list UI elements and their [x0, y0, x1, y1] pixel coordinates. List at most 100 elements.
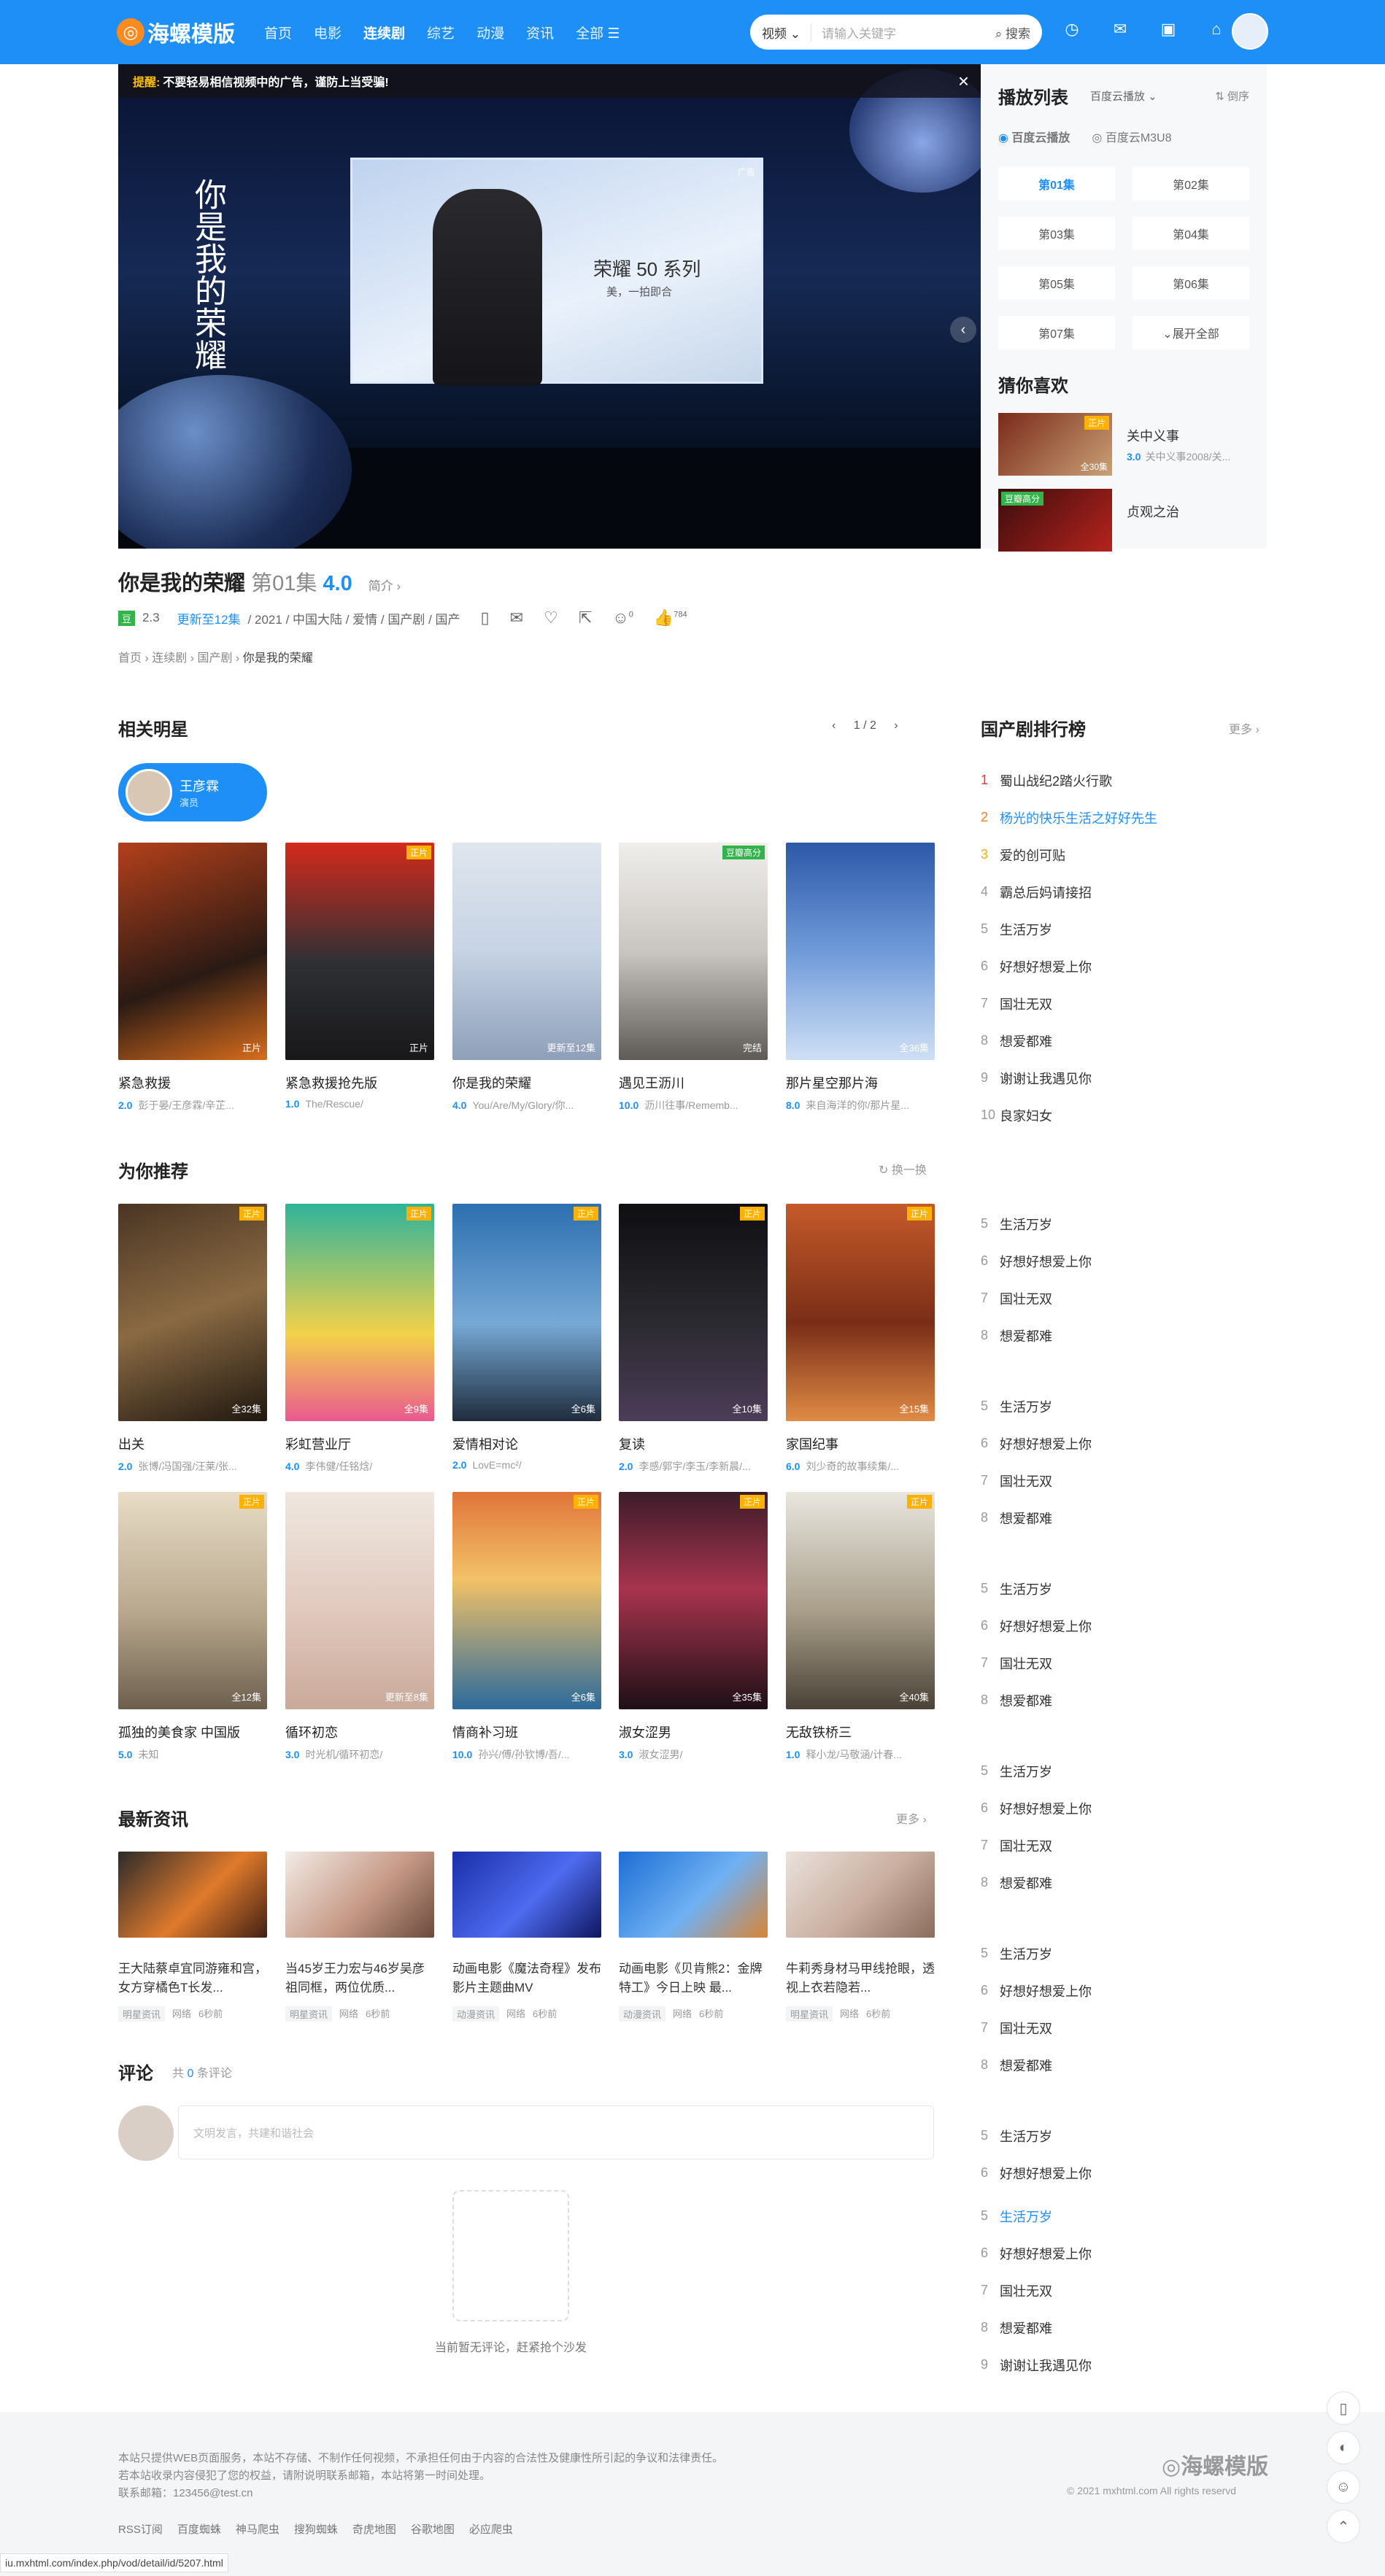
player-ad[interactable]: 你是我的荣耀 荣耀 50 系列 美，一拍即合 广告 ‹ [118, 69, 981, 549]
episode-button[interactable]: 第06集 [1133, 266, 1249, 300]
poster[interactable]: 正片 全9集 [285, 1204, 434, 1421]
guess-thumbnail[interactable]: 正片 全30集 [998, 413, 1112, 476]
video-card[interactable]: 正片 紧急救援 2.0 彭于晏/王彦霖/辛芷... [118, 843, 267, 1113]
bag-icon[interactable]: ⌂ [1206, 19, 1227, 39]
guess-item[interactable]: 豆瓣高分 贞观之治 [998, 489, 1249, 552]
chevron-right-icon[interactable]: › [894, 719, 898, 732]
rank-item[interactable]: 6 好想好想爱上你 [981, 1425, 1267, 1462]
news-thumbnail[interactable] [619, 1852, 768, 1938]
news-card[interactable]: 动画电影《贝肯熊2：金牌特工》今日上映 最... 动漫资讯 网络 6秒前 [619, 1852, 768, 2022]
episode-button[interactable]: 第04集 [1133, 217, 1249, 250]
nav-movie[interactable]: 电影 [314, 23, 342, 42]
card-title[interactable]: 那片星空那片海 [786, 1073, 935, 1092]
poster[interactable]: 正片 全10集 [619, 1204, 768, 1421]
poster[interactable]: 正片 全40集 [786, 1492, 935, 1709]
video-card[interactable]: 正片 全40集 无敌铁桥三 1.0 释小龙/马敬涵/计春... [786, 1492, 935, 1762]
rank-item[interactable]: 6 好想好想爱上你 [981, 1242, 1267, 1280]
poster[interactable]: 正片 全6集 [452, 1204, 601, 1421]
news-thumbnail[interactable] [118, 1852, 267, 1938]
poster[interactable]: 正片 全12集 [118, 1492, 267, 1709]
footer-link-shenma[interactable]: 神马爬虫 [236, 2521, 279, 2537]
rank-item[interactable]: 7 国壮无双 [981, 985, 1267, 1022]
share-icon[interactable]: ⇱ [579, 608, 592, 627]
guess-thumbnail[interactable]: 豆瓣高分 [998, 489, 1112, 552]
guess-name[interactable]: 贞观之治 [1127, 505, 1179, 519]
news-card[interactable]: 动画电影《魔法奇程》发布影片主题曲MV 动漫资讯 网络 6秒前 [452, 1852, 601, 2022]
nav-all[interactable]: 全部 ☰ [576, 23, 620, 42]
footer-link-baidu[interactable]: 百度蜘蛛 [177, 2521, 221, 2537]
rank-item[interactable]: 6 好想好想爱上你 [981, 1790, 1267, 1827]
card-title[interactable]: 你是我的荣耀 [452, 1073, 601, 1092]
wechat-share-icon[interactable]: ✉ [510, 608, 523, 627]
news-card[interactable]: 当45岁王力宏与46岁吴彦祖同框，两位优质... 明星资讯 网络 6秒前 [285, 1852, 434, 2022]
footer-link-qihoo[interactable]: 奇虎地图 [352, 2521, 396, 2537]
news-card[interactable]: 王大陆蔡卓宜同游雍和宫，女方穿橘色T长发... 明星资讯 网络 6秒前 [118, 1852, 267, 2022]
news-card[interactable]: 牛莉秀身材马甲线抢眼，透视上衣若隐若... 明星资讯 网络 6秒前 [786, 1852, 935, 2022]
rank-item[interactable]: 6 好想好想爱上你 [981, 2154, 1267, 2192]
news-more-link[interactable]: 更多 › [896, 1809, 927, 1827]
poster[interactable]: 正片 正片 [285, 843, 434, 1060]
rank-item[interactable]: 3 爱的创可贴 [981, 836, 1267, 873]
video-card[interactable]: 正片 全12集 孤独的美食家 中国版 5.0 未知 [118, 1492, 267, 1762]
video-card[interactable]: 正片 全6集 情商补习班 10.0 孙兴/傅/孙钦博/吾/... [452, 1492, 601, 1762]
rank-item[interactable]: 5 生活万岁 [981, 910, 1267, 948]
nav-variety[interactable]: 综艺 [427, 23, 455, 42]
card-title[interactable]: 紧急救援抢先版 [285, 1073, 434, 1092]
card-title[interactable]: 复读 [619, 1434, 768, 1453]
rank-item[interactable]: 5 生活万岁 [981, 1205, 1267, 1242]
rank-item[interactable]: 6 好想好想爱上你 [981, 2235, 1267, 2272]
star-chip[interactable]: 王彦霖 演员 [118, 763, 267, 821]
episode-button[interactable]: 第02集 [1133, 167, 1249, 201]
comment-icon[interactable]: ☺0 [612, 608, 633, 627]
rank-item[interactable]: 5 生活万岁 [981, 2117, 1267, 2154]
news-category[interactable]: 动漫资讯 [619, 2006, 666, 2022]
poster[interactable]: 正片 [118, 843, 267, 1060]
rank-item[interactable]: 8 想爱都难 [981, 1317, 1267, 1354]
footer-link-google[interactable]: 谷歌地图 [411, 2521, 455, 2537]
search-button[interactable]: ⌕ 搜索 [995, 23, 1030, 42]
news-category[interactable]: 动漫资讯 [452, 2006, 500, 2022]
card-title[interactable]: 家国纪事 [786, 1434, 935, 1453]
video-card[interactable]: 全36集 那片星空那片海 8.0 来自海洋的你/那片星... [786, 843, 935, 1113]
video-card[interactable]: 正片 全32集 出关 2.0 张博/冯国强/汪莱/张... [118, 1204, 267, 1474]
expand-all-button[interactable]: ⌄展开全部 [1133, 316, 1249, 349]
poster[interactable]: 正片 全6集 [452, 1492, 601, 1709]
episode-button[interactable]: 第05集 [998, 266, 1115, 300]
news-category[interactable]: 明星资讯 [285, 2006, 333, 2022]
rank-item[interactable]: 7 国壮无双 [981, 1644, 1267, 1682]
card-title[interactable]: 爱情相对论 [452, 1434, 601, 1453]
bookmark-icon[interactable]: ▣ [1158, 19, 1178, 39]
search-input[interactable]: 请输入关键字 [822, 23, 995, 42]
card-title[interactable]: 遇见王沥川 [619, 1073, 768, 1092]
search-type-select[interactable]: 视频 ⌄ [762, 23, 811, 42]
rank-item[interactable]: 10 良家妇女 [981, 1096, 1267, 1134]
rank-item[interactable]: 8 想爱都难 [981, 2046, 1267, 2084]
card-title[interactable]: 淑女涩男 [619, 1722, 768, 1741]
tab-source-baidu[interactable]: ◉ 百度云播放 [998, 128, 1070, 145]
rank-item[interactable]: 6 好想好想爱上你 [981, 1607, 1267, 1644]
video-card[interactable]: 正片 全9集 彩虹营业厅 4.0 李伟健/任铭焓/ [285, 1204, 434, 1474]
poster[interactable]: 正片 全32集 [118, 1204, 267, 1421]
rank-item[interactable]: 7 国壮无双 [981, 2272, 1267, 2309]
card-title[interactable]: 孤独的美食家 中国版 [118, 1722, 267, 1741]
comment-input[interactable]: 文明发言，共建和谐社会 [178, 2105, 934, 2159]
video-card[interactable]: 豆瓣高分 完结 遇见王沥川 10.0 沥川往事/Rememb... [619, 843, 768, 1113]
news-thumbnail[interactable] [452, 1852, 601, 1938]
episode-button[interactable]: 第07集 [998, 316, 1115, 349]
news-thumbnail[interactable] [786, 1852, 935, 1938]
history-icon[interactable]: ◷ [1062, 19, 1082, 39]
episode-button[interactable]: 第03集 [998, 217, 1115, 250]
rank-item[interactable]: 5 生活万岁 [981, 2197, 1267, 2235]
rank-item[interactable]: 7 国壮无双 [981, 1280, 1267, 1317]
guess-item[interactable]: 正片 全30集 关中义事 3.0 关中义事2008/关... [998, 413, 1249, 476]
rank-item[interactable]: 8 想爱都难 [981, 1864, 1267, 1901]
poster[interactable]: 正片 全35集 [619, 1492, 768, 1709]
poster[interactable]: 全36集 [786, 843, 935, 1060]
rank-item[interactable]: 9 谢谢让我遇见你 [981, 2346, 1267, 2383]
card-title[interactable]: 彩虹营业厅 [285, 1434, 434, 1453]
poster[interactable]: 豆瓣高分 完结 [619, 843, 768, 1060]
site-logo[interactable]: ◎ 海螺模版 [117, 16, 235, 48]
news-headline[interactable]: 动画电影《贝肯熊2：金牌特工》今日上映 最... [619, 1960, 768, 1997]
back-to-top-icon[interactable]: ⌃ [1327, 2510, 1360, 2543]
video-card[interactable]: 正片 全6集 爱情相对论 2.0 LovE=mc²/ [452, 1204, 601, 1471]
